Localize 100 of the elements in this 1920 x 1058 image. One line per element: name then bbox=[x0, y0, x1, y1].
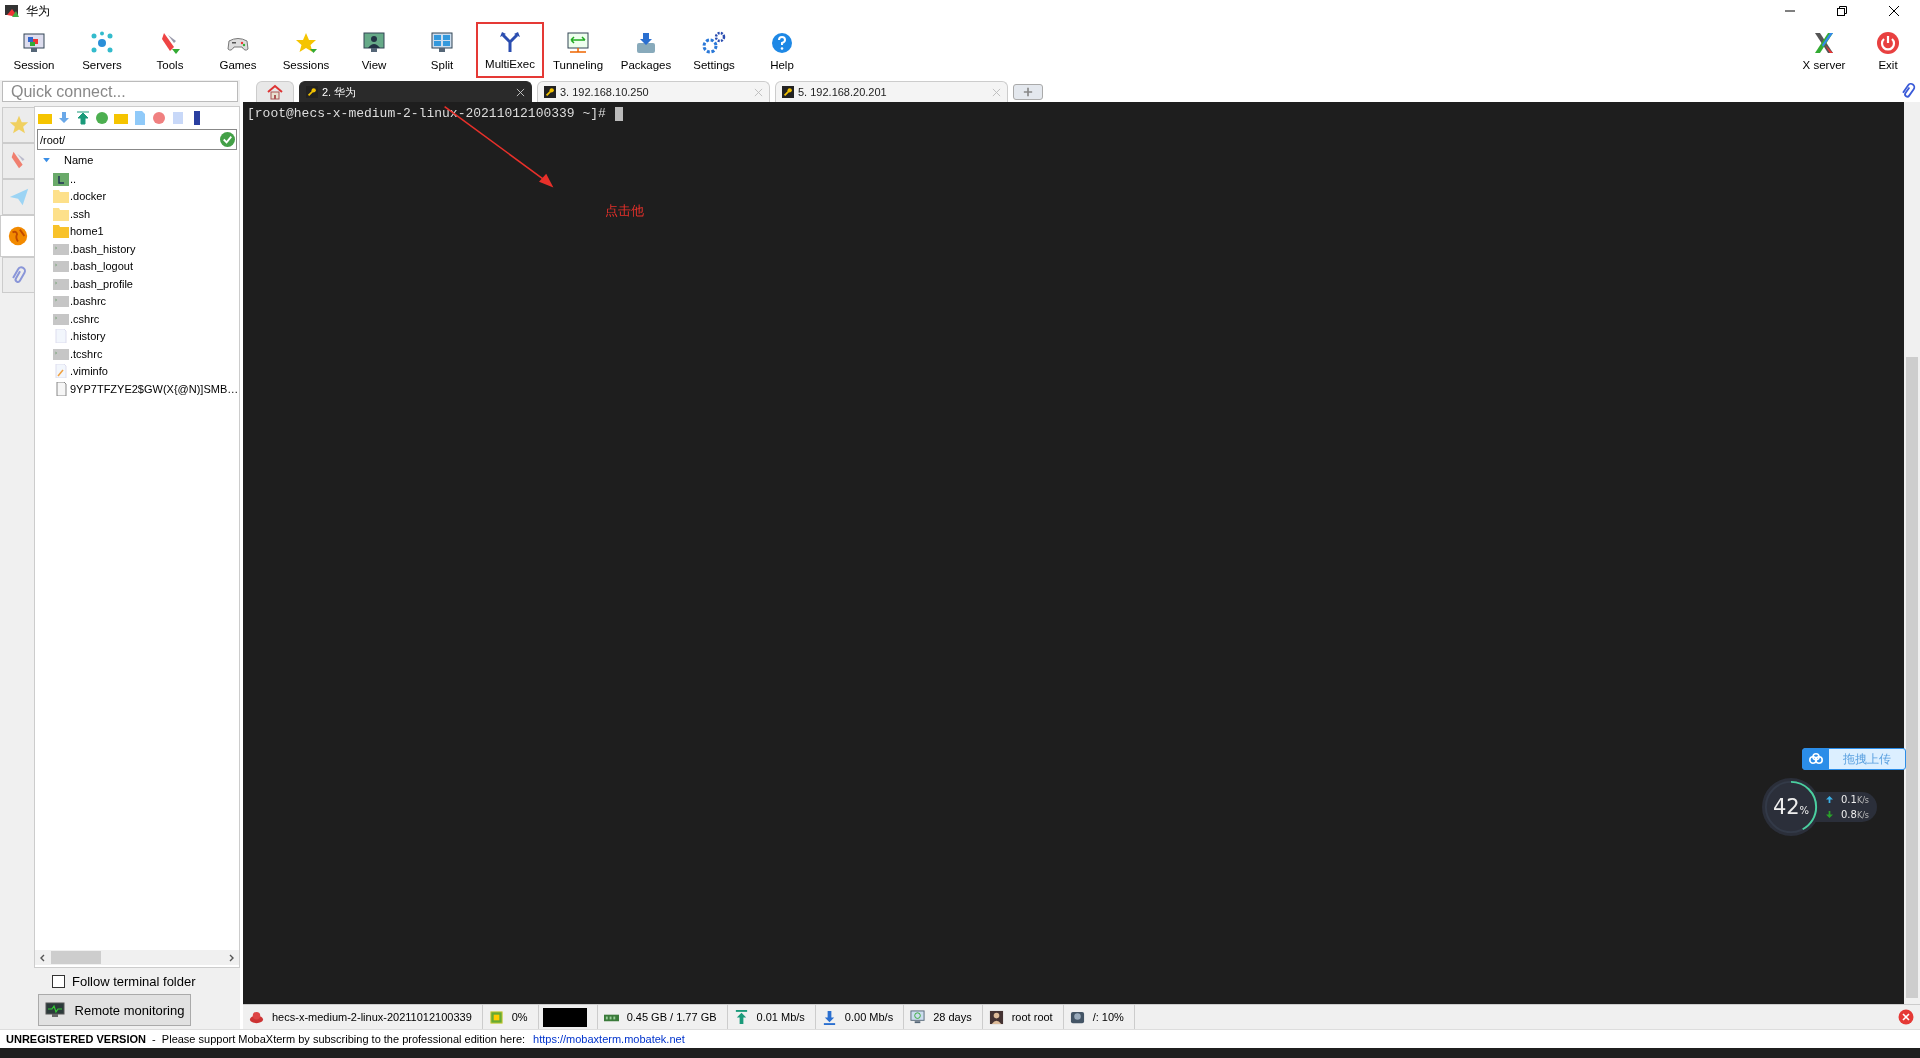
gears-icon bbox=[702, 31, 726, 55]
toolbar-button[interactable]: Settings bbox=[680, 22, 748, 80]
terminal-file-icon bbox=[53, 276, 69, 291]
globe-icon bbox=[6, 225, 29, 247]
toolbar-button[interactable]: Session bbox=[0, 22, 68, 80]
toolbar-button[interactable]: Exit bbox=[1856, 22, 1920, 80]
toolbar-button[interactable]: MultiExec bbox=[476, 22, 544, 78]
file-item[interactable]: .. bbox=[35, 170, 239, 188]
close-icon[interactable] bbox=[516, 87, 525, 97]
blank-file-icon bbox=[53, 329, 69, 344]
file-item[interactable]: .viminfo bbox=[35, 362, 239, 380]
file-item[interactable]: .bash_profile bbox=[35, 275, 239, 293]
vertical-scrollbar[interactable] bbox=[1904, 102, 1920, 1004]
horizontal-scrollbar[interactable] bbox=[35, 950, 239, 965]
chip-icon bbox=[488, 1009, 504, 1025]
cpu-graph bbox=[542, 1007, 587, 1027]
terminal-file-icon bbox=[53, 259, 69, 274]
server-icon bbox=[249, 1009, 264, 1025]
download-rate: 0.8K/s bbox=[1841, 809, 1869, 820]
toolbar-button[interactable]: Sessions bbox=[272, 22, 340, 80]
file-item[interactable]: .bashrc bbox=[35, 292, 239, 310]
text-file-icon bbox=[53, 364, 69, 379]
terminal-file-icon bbox=[53, 241, 69, 256]
toolbar-button[interactable]: Servers bbox=[68, 22, 136, 80]
toolbar-button[interactable]: X server bbox=[1792, 22, 1856, 80]
key-icon bbox=[306, 86, 318, 98]
status-text: root root bbox=[1011, 1011, 1053, 1023]
folder-icon bbox=[53, 189, 69, 204]
monitor-icon bbox=[566, 31, 590, 55]
status-text: hecs-x-medium-2-linux-20211012100339 bbox=[272, 1011, 472, 1023]
home-tab[interactable] bbox=[256, 81, 294, 102]
user-icon bbox=[988, 1009, 1004, 1025]
cursor bbox=[614, 106, 623, 121]
remote-monitoring-button[interactable]: Remote monitoring bbox=[38, 994, 191, 1026]
status-text: 0% bbox=[511, 1011, 528, 1023]
file-item[interactable]: .ssh bbox=[35, 205, 239, 223]
toolbar-button[interactable]: Split bbox=[408, 22, 476, 80]
annotation-text: 点击他 bbox=[605, 202, 644, 220]
status-text: /: 10% bbox=[1092, 1011, 1124, 1023]
website-link[interactable]: https://mobaxterm.mobatek.net bbox=[533, 1033, 685, 1045]
network-icon bbox=[90, 31, 114, 55]
power-icon bbox=[1876, 31, 1900, 55]
toolbar-button[interactable]: Packages bbox=[612, 22, 680, 80]
plus-icon bbox=[1023, 87, 1033, 97]
file-item[interactable]: .docker bbox=[35, 187, 239, 205]
home-icon bbox=[267, 84, 283, 100]
check-icon[interactable] bbox=[220, 132, 235, 147]
paperclip-icon[interactable] bbox=[1900, 81, 1918, 99]
file-item[interactable]: .bash_logout bbox=[35, 257, 239, 275]
session-tab[interactable]: 3. 192.168.10.250 bbox=[537, 81, 770, 102]
sort-caret-icon bbox=[43, 157, 50, 163]
status-text: 0.01 Mb/s bbox=[756, 1011, 805, 1023]
path-field[interactable]: /root/ bbox=[37, 129, 237, 150]
monitor-icon bbox=[44, 1002, 65, 1018]
window-title: 华为 bbox=[26, 2, 50, 20]
file-item[interactable]: 9YP7TFZYE2$GW(X{@N)]SMB… bbox=[35, 380, 239, 398]
monitor-icon bbox=[22, 31, 46, 55]
download-box-icon bbox=[634, 31, 658, 55]
status-text: 28 days bbox=[933, 1011, 972, 1023]
cloud-icon bbox=[1808, 753, 1824, 765]
file-item[interactable]: .history bbox=[35, 327, 239, 345]
license-notice: UNREGISTERED VERSION - Please support MobaXterm by subscribing to the professional edition here: bbox=[6, 1033, 526, 1045]
star-icon bbox=[7, 114, 30, 136]
column-header[interactable]: Name bbox=[64, 154, 94, 166]
key-icon bbox=[544, 86, 556, 98]
help-icon bbox=[770, 31, 794, 55]
file-item[interactable]: .cshrc bbox=[35, 310, 239, 328]
toolbar-button[interactable]: Tunneling bbox=[544, 22, 612, 80]
side-tab[interactable] bbox=[2, 143, 34, 179]
file-item[interactable]: .bash_history bbox=[35, 240, 239, 258]
status-text: 0.00 Mb/s bbox=[844, 1011, 894, 1023]
quick-connect-field[interactable]: Quick connect... bbox=[2, 81, 238, 102]
toolbar-button[interactable]: Tools bbox=[136, 22, 204, 80]
terminal-file-icon bbox=[53, 346, 69, 361]
session-tab[interactable]: 5. 192.168.20.201 bbox=[775, 81, 1008, 102]
side-tab[interactable] bbox=[2, 257, 34, 293]
parent-folder-icon bbox=[53, 171, 69, 186]
folder-icon bbox=[53, 206, 69, 221]
status-text: 0.45 GB / 1.77 GB bbox=[626, 1011, 717, 1023]
star-icon bbox=[294, 31, 318, 55]
fork-icon bbox=[498, 30, 522, 54]
file-icon bbox=[53, 381, 69, 396]
file-item[interactable]: home1 bbox=[35, 222, 239, 240]
terminal-file-icon bbox=[53, 311, 69, 326]
side-tab[interactable] bbox=[0, 215, 34, 257]
toolbar-button[interactable]: Help bbox=[748, 22, 816, 80]
toolbar-button[interactable]: Games bbox=[204, 22, 272, 80]
monitor-icon bbox=[910, 1009, 926, 1025]
folder-icon bbox=[53, 224, 69, 239]
toolbar-button[interactable]: View bbox=[340, 22, 408, 80]
file-item[interactable]: .tcshrc bbox=[35, 345, 239, 363]
upload-rate: 0.1K/s bbox=[1841, 794, 1869, 805]
key-icon bbox=[782, 86, 794, 98]
new-tab-button[interactable] bbox=[1013, 84, 1043, 100]
follow-folder-checkbox[interactable]: Follow terminal folder bbox=[0, 968, 240, 994]
up-arrow-icon bbox=[1826, 796, 1833, 803]
terminal-file-icon bbox=[53, 294, 69, 309]
usage-percent: 42% bbox=[1772, 795, 1810, 819]
session-tab[interactable]: 2. 华为 bbox=[299, 81, 532, 102]
split-screen-icon bbox=[430, 31, 454, 55]
